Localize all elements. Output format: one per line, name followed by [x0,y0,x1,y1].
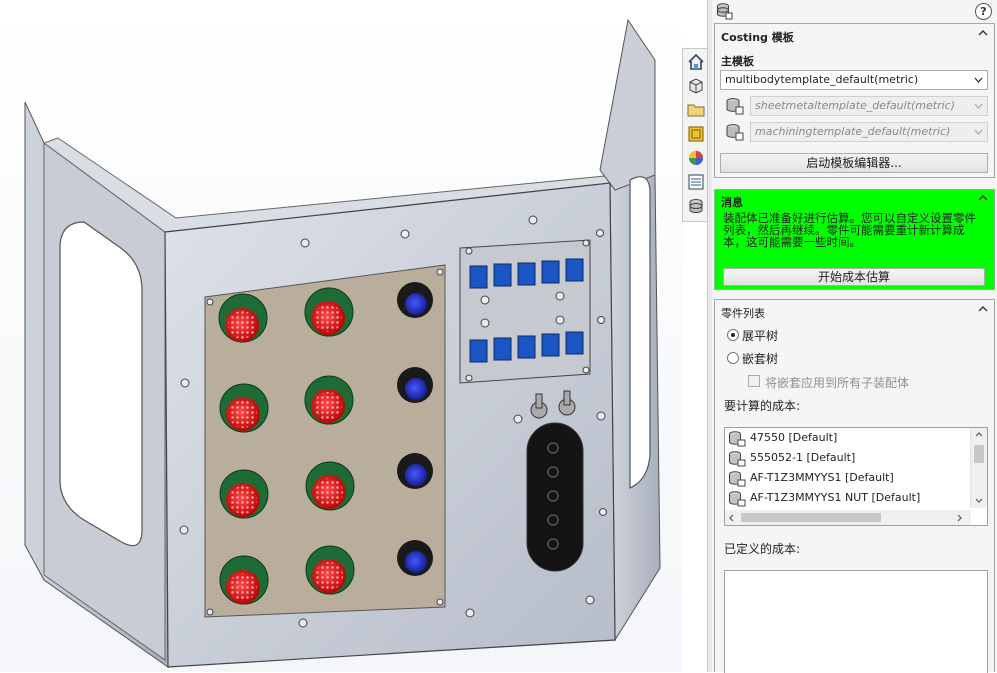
part-icon [729,471,746,487]
template-section-title: Costing 模板 [721,31,794,44]
scroll-thumb[interactable] [741,513,881,522]
list-item-label: 555052-1 [Default] [750,451,856,464]
vertical-scrollbar[interactable] [970,428,987,508]
part-icon [729,431,746,447]
to-calculate-label: 要计算的成本: [724,399,801,413]
collapse-chevron-icon[interactable] [978,29,988,37]
start-costing-button[interactable]: 开始成本估算 [723,268,985,286]
list-item-label: AF-T1Z3MMYYS1 [Default] [750,471,894,484]
list-item-label: 47550 [Default] [750,431,838,444]
nested-tree-radio[interactable] [727,352,739,364]
chevron-down-icon [974,77,983,83]
chevron-down-icon [974,103,983,109]
parts-list-section: 零件列表 展平树 嵌套树 将嵌套应用到所有子装配体 要计算的成本: 47550 … [714,299,995,673]
costing-icon[interactable] [684,194,707,217]
apply-nested-checkbox[interactable] [748,375,760,387]
costs-to-calculate-list[interactable]: 47550 [Default] 555052-1 [Default] AF-T1… [724,427,988,526]
costing-task-pane: ? Costing 模板 主模板 multibodytemplate_defau… [712,0,997,673]
appearance-color-icon[interactable] [684,146,707,169]
main-template-value: multibodytemplate_default(metric) [725,73,919,86]
defined-costs-label: 已定义的成本: [724,542,801,556]
machining-template-value: machiningtemplate_default(metric) [755,125,951,138]
task-pane-tabs [682,48,708,222]
main-template-label: 主模板 [721,55,754,68]
scroll-thumb[interactable] [974,445,984,463]
scroll-left-icon[interactable] [729,514,734,522]
apply-nested-label: 将嵌套应用到所有子装配体 [765,376,910,390]
main-template-select[interactable]: multibodytemplate_default(metric) [720,70,988,90]
scroll-right-icon[interactable] [957,514,962,522]
part-icon [729,451,746,467]
help-icon[interactable]: ? [975,3,992,20]
message-section-title: 消息 [721,196,743,209]
design-library-icon[interactable] [684,122,707,145]
sheetmetal-template-icon [726,98,744,115]
scroll-down-icon[interactable] [975,498,983,503]
chevron-down-icon [974,129,983,135]
sheetmetal-template-select[interactable]: sheetmetaltemplate_default(metric) [750,96,988,116]
parts-list-title: 零件列表 [721,307,765,320]
part-icon [729,491,746,507]
list-item-label: AF-T1Z3MMYYS1 NUT [Default] [750,491,921,504]
message-section: 消息 装配体已准备好进行估算。您可以自定义设置零件列表，然后再继续。零件可能需要… [714,189,995,290]
home-icon[interactable] [684,50,707,73]
scroll-up-icon[interactable] [975,432,983,437]
nested-tree-label: 嵌套树 [742,352,779,366]
flat-tree-label: 展平树 [742,329,779,343]
flat-tree-radio[interactable] [727,329,739,341]
template-section: Costing 模板 主模板 multibodytemplate_default… [714,23,995,178]
machining-template-icon [726,124,744,141]
horizontal-scrollbar[interactable] [725,510,971,525]
defined-costs-list[interactable] [724,570,988,673]
assembly-model [24,18,661,668]
collapse-chevron-icon[interactable] [978,194,988,202]
pane-header: ? [712,0,997,22]
message-text: 装配体已准备好进行估算。您可以自定义设置零件列表，然后再继续。零件可能需要重计新… [723,211,976,249]
custom-properties-icon[interactable] [684,170,707,193]
folder-icon[interactable] [684,98,707,121]
collapse-chevron-icon[interactable] [978,305,988,313]
costing-icon [717,3,733,20]
sheetmetal-template-value: sheetmetaltemplate_default(metric) [755,99,956,112]
graphics-viewport[interactable] [0,0,682,672]
part-box-icon[interactable] [684,74,707,97]
launch-template-editor-button[interactable]: 启动模板编辑器... [720,153,988,173]
machining-template-select[interactable]: machiningtemplate_default(metric) [750,122,988,142]
